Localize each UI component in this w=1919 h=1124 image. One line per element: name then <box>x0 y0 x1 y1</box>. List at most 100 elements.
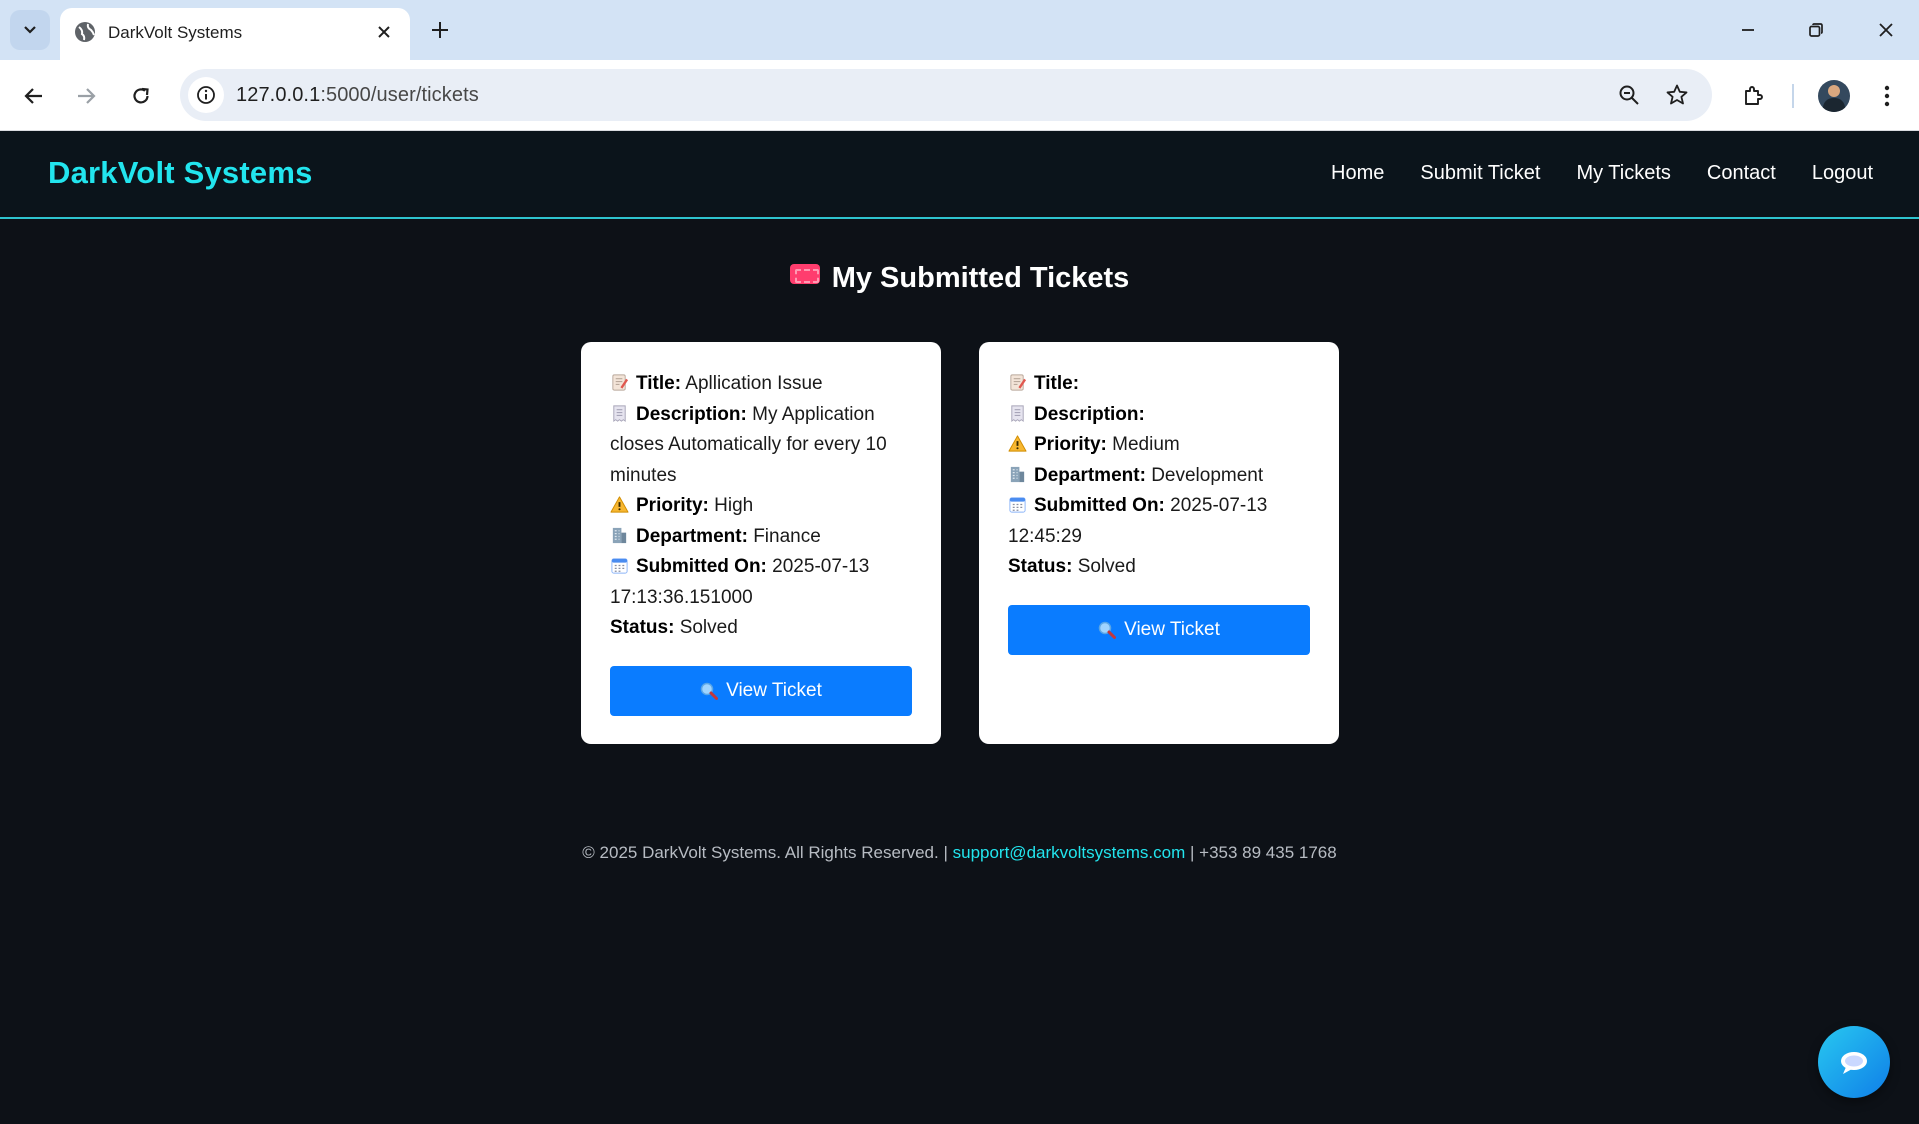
browser-tab-active[interactable]: DarkVolt Systems <box>60 8 410 60</box>
zoom-button[interactable] <box>1614 80 1644 110</box>
info-icon <box>197 86 215 104</box>
star-icon <box>1666 84 1688 105</box>
view-ticket-label: View Ticket <box>726 679 822 701</box>
bookmark-button[interactable] <box>1662 80 1692 110</box>
browser-tabstrip: DarkVolt Systems <box>0 0 1919 60</box>
ticket-status-value: Solved <box>1077 556 1136 577</box>
ticket-priority-value: Medium <box>1112 434 1180 455</box>
nav-logout[interactable]: Logout <box>1812 162 1873 185</box>
reload-button[interactable] <box>121 76 161 116</box>
calendar-icon <box>611 558 628 574</box>
new-tab-button[interactable] <box>424 14 456 46</box>
ticket-card: Title: Apllication Issue Description: My… <box>581 342 941 744</box>
close-icon <box>378 26 390 38</box>
submitted-on-label: Submitted On: <box>636 556 767 577</box>
status-label: Status: <box>610 617 675 638</box>
profile-avatar[interactable] <box>1818 80 1850 112</box>
ticket-description-row: Description: My Application closes Autom… <box>610 400 912 492</box>
page-title: My Submitted Tickets <box>0 262 1919 295</box>
browser-toolbar: 127.0.0.1:5000/user/tickets <box>0 60 1919 130</box>
site-header: DarkVolt Systems Home Submit Ticket My T… <box>0 131 1919 219</box>
magnifier-icon <box>700 682 719 700</box>
ticket-priority-row: Priority: High <box>610 491 912 522</box>
minimize-icon <box>1742 29 1754 31</box>
ticket-title-value: Apllication Issue <box>685 373 823 394</box>
chevron-down-icon <box>24 26 36 34</box>
ticket-title-row: Title: <box>1008 369 1310 400</box>
nav-contact[interactable]: Contact <box>1707 162 1776 185</box>
plus-icon <box>432 22 448 38</box>
zoom-out-icon <box>1619 85 1639 105</box>
reload-icon <box>133 87 149 104</box>
browser-menu-button[interactable] <box>1870 79 1904 113</box>
forward-button[interactable] <box>66 76 106 116</box>
priority-label: Priority: <box>1034 434 1107 455</box>
ticket-submitted-row: Submitted On: 2025-07-13 17:13:36.151000 <box>610 552 912 613</box>
back-button[interactable] <box>14 76 54 116</box>
chat-bubble-icon <box>1841 1052 1867 1074</box>
description-label: Description: <box>636 403 747 425</box>
ticket-department-value: Finance <box>753 525 821 547</box>
globe-icon <box>74 21 96 48</box>
nav-home[interactable]: Home <box>1331 162 1384 185</box>
arrow-right-icon <box>78 88 96 104</box>
calendar-icon <box>1009 497 1026 513</box>
ticket-status-value: Solved <box>679 617 738 638</box>
ticket-card: Title: Description: Priority: Medium Dep… <box>979 342 1339 744</box>
view-ticket-button[interactable]: View Ticket <box>610 665 912 716</box>
ticket-title-row: Title: Apllication Issue <box>610 369 912 400</box>
main-nav: Home Submit Ticket My Tickets Contact Lo… <box>1331 162 1873 185</box>
ticket-icon <box>789 264 820 284</box>
avatar-body <box>1823 98 1845 112</box>
department-label: Department: <box>636 525 748 547</box>
magnifier-icon <box>1098 621 1117 639</box>
arrow-left-icon <box>24 88 42 104</box>
receipt-icon <box>1011 404 1024 422</box>
tab-close-button[interactable] <box>372 20 396 44</box>
ticket-priority-value: High <box>714 495 754 516</box>
restore-button[interactable] <box>1794 10 1838 50</box>
url-text: 127.0.0.1:5000/user/tickets <box>236 84 479 107</box>
puzzle-icon <box>1745 86 1763 105</box>
page-title-text: My Submitted Tickets <box>831 262 1130 294</box>
ticket-department-row: Department: Development <box>1008 461 1310 492</box>
view-ticket-label: View Ticket <box>1124 618 1220 640</box>
warning-icon <box>610 496 629 513</box>
title-label: Title: <box>636 373 682 394</box>
ticket-priority-row: Priority: Medium <box>1008 430 1310 461</box>
close-icon <box>1879 23 1893 37</box>
priority-label: Priority: <box>636 495 709 516</box>
footer-phone: | +353 89 435 1768 <box>1190 843 1337 862</box>
avatar-head <box>1828 85 1840 97</box>
memo-icon <box>1010 374 1027 391</box>
nav-my-tickets[interactable]: My Tickets <box>1576 162 1670 185</box>
nav-submit-ticket[interactable]: Submit Ticket <box>1420 162 1540 185</box>
view-ticket-button[interactable]: View Ticket <box>1008 604 1310 655</box>
chat-button[interactable] <box>1818 1026 1890 1098</box>
tab-title: DarkVolt Systems <box>108 23 243 42</box>
ticket-status-row: Status: Solved <box>610 613 912 644</box>
more-vertical-icon <box>1884 85 1890 107</box>
office-building-icon <box>1010 466 1025 482</box>
status-label: Status: <box>1008 556 1073 577</box>
site-info-button[interactable] <box>188 77 224 113</box>
memo-icon <box>612 374 629 391</box>
ticket-description-row: Description: <box>1008 400 1310 431</box>
tab-search-button[interactable] <box>10 10 50 50</box>
footer-email-link[interactable]: support@darkvoltsystems.com <box>953 843 1186 862</box>
warning-icon <box>1008 435 1027 452</box>
extensions-button[interactable] <box>1737 79 1771 113</box>
close-window-button[interactable] <box>1864 10 1908 50</box>
url-host: 127.0.0.1 <box>236 84 321 106</box>
receipt-icon <box>613 404 626 422</box>
minimize-button[interactable] <box>1726 10 1770 50</box>
ticket-submitted-row: Submitted On: 2025-07-13 12:45:29 <box>1008 491 1310 552</box>
ticket-status-row: Status: Solved <box>1008 552 1310 583</box>
office-building-icon <box>612 527 627 543</box>
ticket-department-row: Department: Finance <box>610 522 912 553</box>
department-label: Department: <box>1034 464 1146 486</box>
submitted-on-label: Submitted On: <box>1034 495 1165 516</box>
restore-icon <box>1809 23 1823 37</box>
brand-logo[interactable]: DarkVolt Systems <box>48 155 313 191</box>
address-bar[interactable]: 127.0.0.1:5000/user/tickets <box>180 69 1712 121</box>
